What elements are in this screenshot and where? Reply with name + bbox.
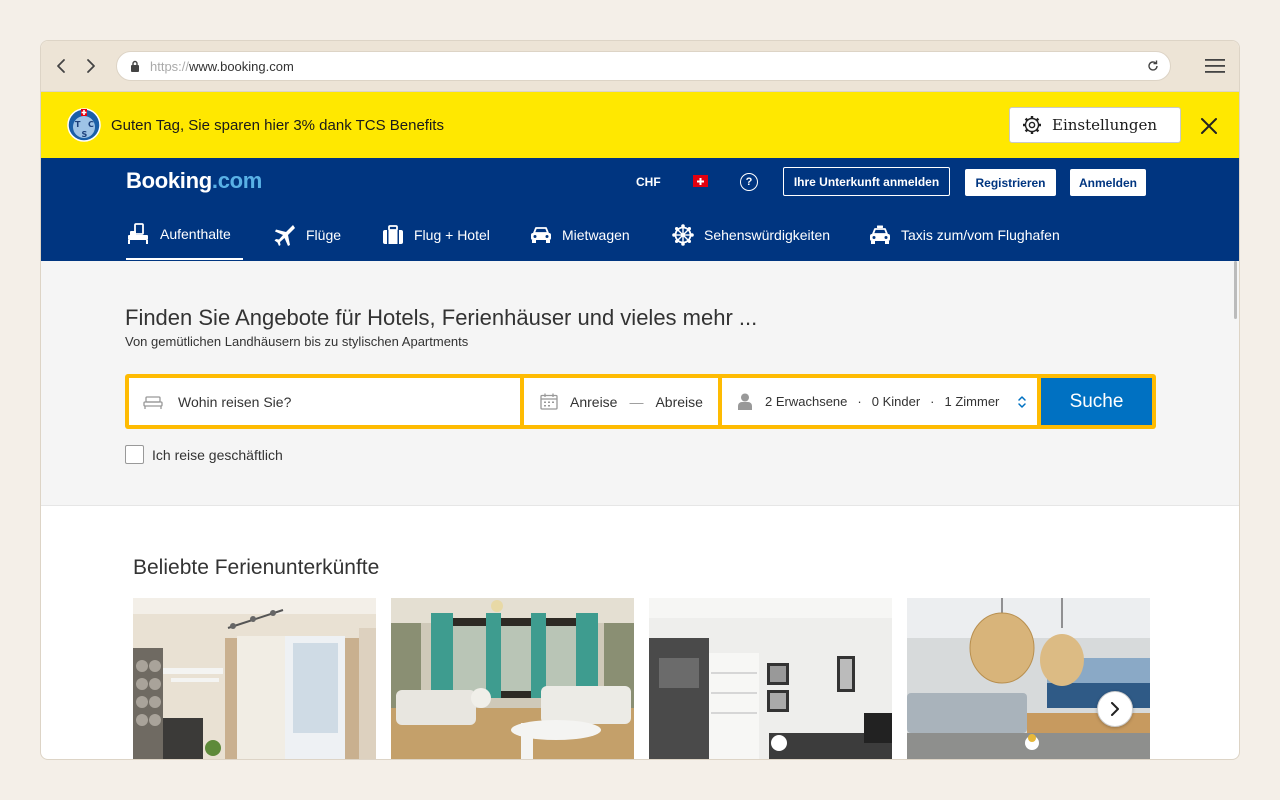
- person-icon: [738, 393, 752, 410]
- tab-car-rental-label: Mietwagen: [562, 227, 630, 243]
- forward-button[interactable]: [79, 54, 103, 78]
- list-property-button[interactable]: Ihre Unterkunft anmelden: [783, 167, 950, 196]
- guest-separator: ·: [857, 394, 862, 409]
- children-count: 0 Kinder: [871, 394, 921, 409]
- chevron-updown-icon: [1018, 395, 1027, 408]
- help-icon[interactable]: ?: [740, 173, 758, 191]
- hero-subtitle: Von gemütlichen Landhäusern bis zu styli…: [125, 334, 469, 349]
- property-card[interactable]: [907, 598, 1150, 759]
- back-button[interactable]: [49, 54, 73, 78]
- tcs-letter-t: T: [75, 120, 81, 129]
- popular-section-title: Beliebte Ferienunterkünfte: [133, 556, 380, 579]
- tab-flight-hotel[interactable]: Flug + Hotel: [382, 210, 490, 260]
- site-header: Booking.com CHF ? Ihre Unterkunft anmeld…: [41, 158, 1239, 261]
- car-icon: [531, 227, 551, 243]
- tab-airport-taxis[interactable]: Taxis zum/vom Flughafen: [869, 210, 1060, 260]
- tcs-benefits-banner: T C S Guten Tag, Sie sparen hier 3% dank…: [41, 92, 1239, 158]
- booking-logo[interactable]: Booking.com: [126, 168, 262, 194]
- suitcase-icon: [383, 225, 403, 244]
- guests-field[interactable]: 2 Erwachsene · 0 Kinder · 1 Zimmer: [722, 378, 1037, 425]
- url-host: www.booking.com: [189, 59, 294, 74]
- chevron-left-icon: [57, 59, 65, 73]
- page-scrollbar[interactable]: [1234, 261, 1237, 319]
- property-photo: [133, 598, 376, 759]
- taxi-icon: [870, 225, 890, 244]
- property-photo: [649, 598, 892, 759]
- browser-window: https://www.booking.com T C S Guten Tag,…: [40, 40, 1240, 760]
- tab-flights-label: Flüge: [306, 227, 342, 243]
- bed-outline-icon: [143, 395, 163, 409]
- checkout-label: Abreise: [655, 393, 703, 410]
- plane-icon: [274, 225, 295, 246]
- search-form: Wohin reisen Sie? Anreise — Abreise 2 Er…: [125, 374, 1156, 429]
- carousel-next-button[interactable]: [1097, 691, 1133, 727]
- hamburger-menu-icon[interactable]: [1204, 57, 1226, 75]
- tcs-letter-c: C: [88, 120, 94, 129]
- attractions-icon: [672, 224, 694, 246]
- browser-toolbar: https://www.booking.com: [41, 41, 1239, 92]
- signin-button[interactable]: Anmelden: [1070, 169, 1146, 196]
- gear-icon: [1023, 116, 1041, 134]
- lock-icon: [131, 60, 139, 72]
- search-hero: Finden Sie Angebote für Hotels, Ferienhä…: [41, 261, 1239, 506]
- property-card[interactable]: [133, 598, 376, 759]
- hero-title: Finden Sie Angebote für Hotels, Ferienhä…: [125, 305, 758, 330]
- tab-stays[interactable]: Aufenthalte: [126, 210, 243, 260]
- chevron-right-icon: [1111, 702, 1119, 716]
- tcs-letter-s: S: [82, 130, 88, 139]
- tab-stays-label: Aufenthalte: [160, 226, 231, 242]
- destination-field[interactable]: Wohin reisen Sie?: [129, 378, 520, 425]
- adults-count: 2 Erwachsene: [765, 394, 848, 409]
- reload-icon[interactable]: [1146, 59, 1160, 73]
- property-photo: [391, 598, 634, 759]
- close-icon[interactable]: [1199, 116, 1219, 136]
- settings-label: Einstellungen: [1052, 116, 1158, 134]
- property-card[interactable]: [391, 598, 634, 759]
- settings-button[interactable]: Einstellungen: [1009, 107, 1181, 143]
- currency-selector[interactable]: CHF: [636, 175, 661, 189]
- chevron-right-icon: [87, 59, 95, 73]
- tab-flights[interactable]: Flüge: [274, 210, 341, 260]
- tab-flight-hotel-label: Flug + Hotel: [414, 227, 490, 243]
- tab-car-rental[interactable]: Mietwagen: [530, 210, 630, 260]
- business-checkbox[interactable]: [125, 445, 144, 464]
- destination-placeholder: Wohin reisen Sie?: [178, 393, 292, 410]
- date-separator: —: [629, 393, 644, 410]
- logo-main: Booking: [126, 168, 212, 193]
- bed-icon: [128, 223, 148, 244]
- dates-field[interactable]: Anreise — Abreise: [524, 378, 718, 425]
- url-text: https://www.booking.com: [150, 59, 294, 74]
- property-photo: [907, 598, 1150, 759]
- banner-message: Guten Tag, Sie sparen hier 3% dank TCS B…: [111, 117, 444, 134]
- register-button[interactable]: Registrieren: [965, 169, 1056, 196]
- url-protocol: https://: [150, 59, 190, 74]
- checkin-label: Anreise: [570, 393, 618, 410]
- rooms-count: 1 Zimmer: [944, 394, 1000, 409]
- logo-suffix: .com: [211, 168, 263, 193]
- tab-attractions-label: Sehenswürdigkeiten: [704, 227, 831, 243]
- address-bar[interactable]: https://www.booking.com: [116, 51, 1171, 81]
- tcs-logo: T C S: [67, 108, 101, 142]
- business-label: Ich reise geschäftlich: [152, 446, 283, 463]
- tab-attractions[interactable]: Sehenswürdigkeiten: [672, 210, 830, 260]
- business-travel-option[interactable]: Ich reise geschäftlich: [125, 445, 283, 464]
- search-button[interactable]: Suche: [1041, 378, 1152, 425]
- swiss-flag-icon[interactable]: [693, 175, 708, 187]
- property-card[interactable]: [649, 598, 892, 759]
- tab-airport-taxis-label: Taxis zum/vom Flughafen: [901, 227, 1060, 243]
- guest-separator: ·: [930, 394, 935, 409]
- calendar-icon: [540, 393, 558, 410]
